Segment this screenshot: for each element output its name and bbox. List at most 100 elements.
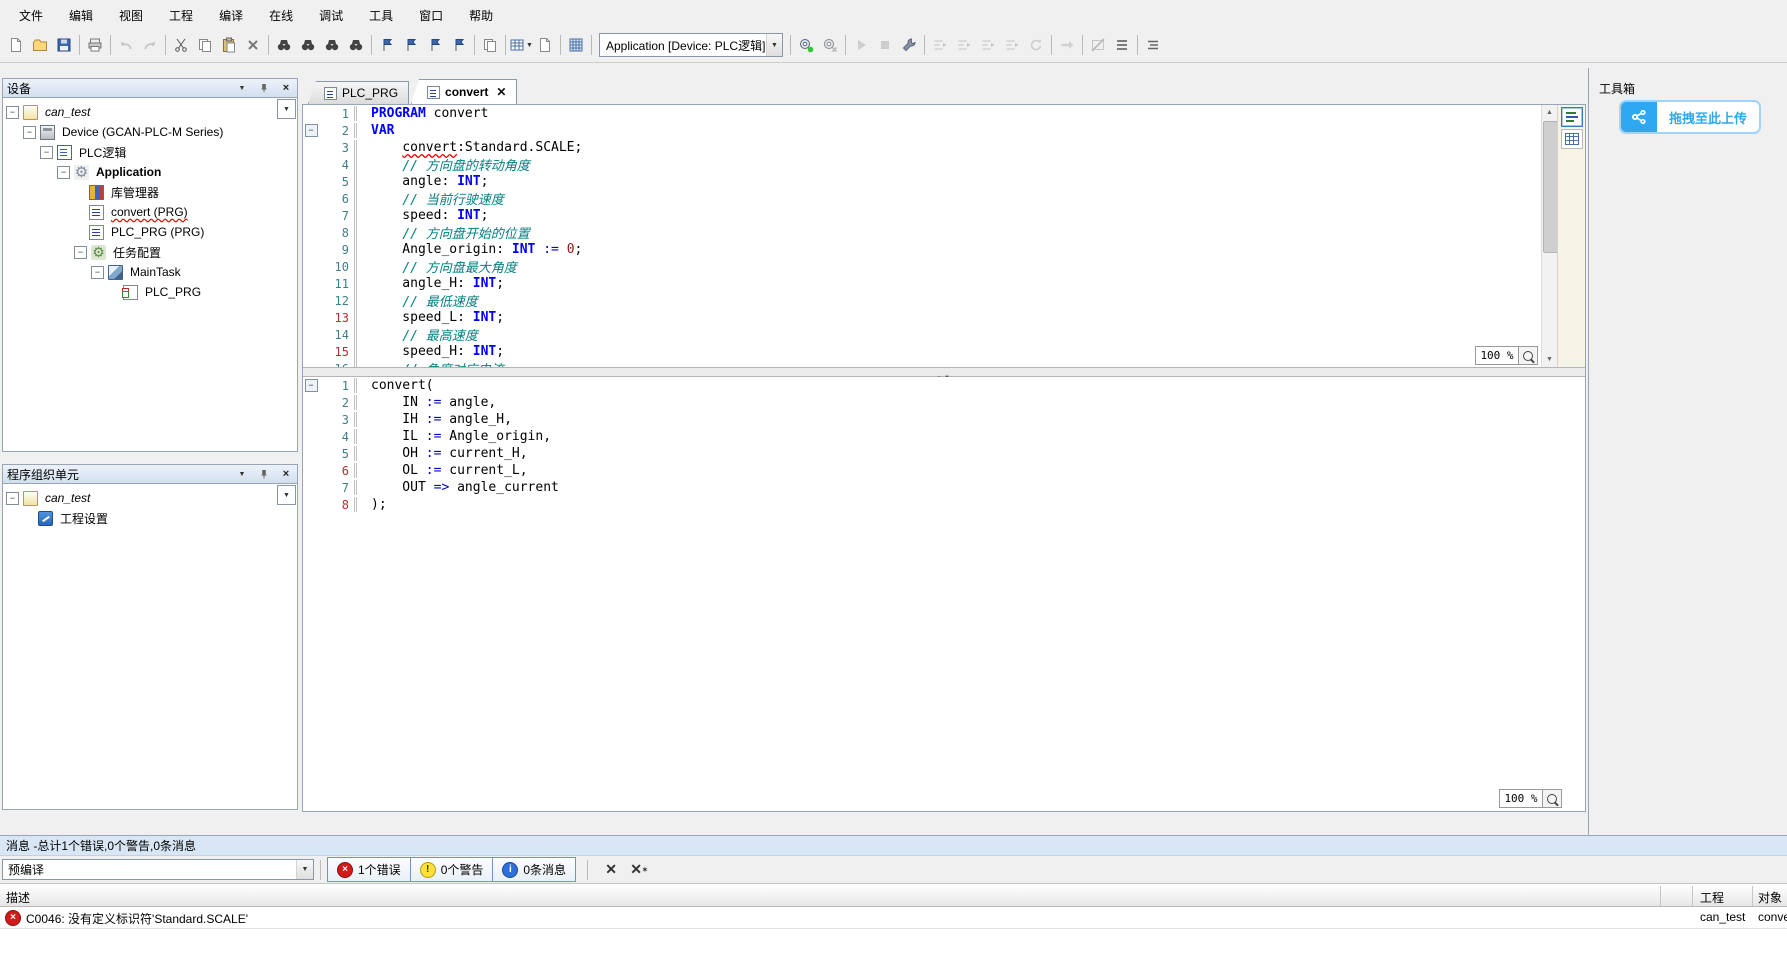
breakpoints-button[interactable]: [1110, 33, 1134, 57]
code-line-1[interactable]: 1PROGRAM convert: [303, 105, 1541, 122]
display-mode-button[interactable]: [1141, 33, 1165, 57]
code-line-15[interactable]: 15 speed_H: INT;: [303, 343, 1541, 360]
next-bookmark-button[interactable]: [423, 33, 447, 57]
chevron-down-icon[interactable]: ▼: [766, 34, 782, 56]
code-line-5[interactable]: 5 OH := current_H,: [303, 445, 1585, 462]
step-into-button[interactable]: [952, 33, 976, 57]
pou-panel-menu-icon[interactable]: ▼: [235, 467, 249, 481]
scroll-down-icon[interactable]: ▼: [1542, 352, 1557, 367]
devices-filter-dropdown[interactable]: ▼: [277, 99, 296, 119]
message-category-dropdown[interactable]: 预编译 ▼: [2, 859, 314, 880]
code-line-11[interactable]: 11 angle_H: INT;: [303, 275, 1541, 292]
start-button[interactable]: [849, 33, 873, 57]
tree-item--[interactable]: 库管理器: [3, 182, 297, 202]
tree-item-device-gcan-plc-m-series-[interactable]: −Device (GCAN-PLC-M Series): [3, 122, 297, 142]
declaration-zoom-level[interactable]: 100 %: [1475, 346, 1519, 365]
clear-message-icon[interactable]: ✕: [600, 859, 622, 881]
pou-panel-pin-icon[interactable]: [257, 467, 271, 481]
implementation-zoom-icon[interactable]: [1542, 789, 1562, 808]
tree-item-convert-prg-[interactable]: convert (PRG): [3, 202, 297, 222]
pou-filter-dropdown[interactable]: ▼: [277, 485, 296, 505]
editor-splitter[interactable]: ▲▼: [303, 367, 1585, 377]
code-line-8[interactable]: 8);: [303, 496, 1585, 513]
code-line-4[interactable]: 4 // 方向盘的转动角度: [303, 156, 1541, 173]
menu-item-2[interactable]: 视图: [106, 3, 156, 28]
collapse-icon[interactable]: −: [23, 126, 36, 139]
column-project[interactable]: 工程: [1700, 889, 1724, 906]
tree-item-can_test[interactable]: −can_test: [3, 488, 297, 508]
code-line-4[interactable]: 4 IL := Angle_origin,: [303, 428, 1585, 445]
code-line-16[interactable]: 16 // 角度对应电流: [303, 360, 1541, 367]
menu-item-4[interactable]: 编译: [206, 3, 256, 28]
errors-toggle-button[interactable]: × 1个错误: [327, 857, 411, 882]
tab-close-icon[interactable]: ✕: [496, 85, 506, 99]
previous-bookmark-button[interactable]: [399, 33, 423, 57]
code-line-7[interactable]: 7 OUT => angle_current: [303, 479, 1585, 496]
declaration-scrollbar[interactable]: ▲ ▼: [1541, 105, 1557, 367]
menu-item-0[interactable]: 文件: [6, 3, 56, 28]
collapse-icon[interactable]: −: [40, 146, 53, 159]
collapse-icon[interactable]: −: [6, 106, 19, 119]
print-button[interactable]: [83, 33, 107, 57]
delete-button[interactable]: [241, 33, 265, 57]
code-line-13[interactable]: 13 speed_L: INT;: [303, 309, 1541, 326]
scrollbar-thumb[interactable]: [1543, 121, 1558, 253]
devices-panel-pin-icon[interactable]: [257, 81, 271, 95]
replace-in-project-button[interactable]: [344, 33, 368, 57]
drag-upload-widget[interactable]: 拖拽至此上传: [1619, 100, 1761, 134]
stop-button[interactable]: [873, 33, 897, 57]
find-in-project-button[interactable]: [320, 33, 344, 57]
tree-item-can_test[interactable]: −can_test: [3, 102, 297, 122]
logout-button[interactable]: [818, 33, 842, 57]
code-line-6[interactable]: 6 OL := current_L,: [303, 462, 1585, 479]
show-next-statement-button[interactable]: [1055, 33, 1079, 57]
open-project-button[interactable]: [28, 33, 52, 57]
active-application-dropdown[interactable]: Application [Device: PLC逻辑]▼: [599, 33, 783, 57]
reset-button[interactable]: [1024, 33, 1048, 57]
code-line-2[interactable]: −2VAR: [303, 122, 1541, 139]
tab-plc-prg[interactable]: PLC_PRG: [308, 81, 409, 104]
code-line-1[interactable]: −1convert(: [303, 377, 1585, 394]
error-message-row[interactable]: × C0046: 没有定义标识符'Standard.SCALE' can_tes…: [0, 907, 1787, 929]
step-out-button[interactable]: [976, 33, 1000, 57]
new-file-button[interactable]: [4, 33, 28, 57]
text-view-button[interactable]: [1561, 107, 1583, 127]
devices-panel-menu-icon[interactable]: ▼: [235, 81, 249, 95]
tree-item-plc_prg-prg-[interactable]: PLC_PRG (PRG): [3, 222, 297, 242]
fold-collapse-icon[interactable]: −: [305, 124, 318, 137]
code-line-10[interactable]: 10 // 方向盘最大角度: [303, 258, 1541, 275]
copy-all-button[interactable]: [478, 33, 502, 57]
collapse-icon[interactable]: −: [6, 492, 19, 505]
chevron-down-icon[interactable]: ▼: [296, 860, 313, 879]
menu-item-5[interactable]: 在线: [256, 3, 306, 28]
flow-control-button[interactable]: [1086, 33, 1110, 57]
implementation-editor[interactable]: −1convert(2 IN := angle,3 IH := angle_H,…: [303, 377, 1585, 811]
declaration-editor[interactable]: 1PROGRAM convert−2VAR3 convert:Standard.…: [303, 105, 1541, 367]
pou-panel-close-icon[interactable]: ×: [279, 467, 293, 481]
insert-table-dropdown-button[interactable]: ▼: [509, 33, 533, 57]
tree-item-application[interactable]: −⚙Application: [3, 162, 297, 182]
menu-item-8[interactable]: 窗口: [406, 3, 456, 28]
code-line-3[interactable]: 3 IH := angle_H,: [303, 411, 1585, 428]
menu-item-7[interactable]: 工具: [356, 3, 406, 28]
save-button[interactable]: [52, 33, 76, 57]
menu-item-3[interactable]: 工程: [156, 3, 206, 28]
collapse-icon[interactable]: −: [74, 246, 87, 259]
copy-button[interactable]: [193, 33, 217, 57]
fold-collapse-icon[interactable]: −: [305, 379, 318, 392]
warnings-toggle-button[interactable]: ! 0个警告: [410, 857, 494, 882]
paste-button[interactable]: [217, 33, 241, 57]
code-line-12[interactable]: 12 // 最低速度: [303, 292, 1541, 309]
code-line-7[interactable]: 7 speed: INT;: [303, 207, 1541, 224]
collapse-icon[interactable]: −: [57, 166, 70, 179]
redo-button[interactable]: [138, 33, 162, 57]
tools-button[interactable]: [897, 33, 921, 57]
step-over-button[interactable]: [928, 33, 952, 57]
login-button[interactable]: [794, 33, 818, 57]
menu-item-9[interactable]: 帮助: [456, 3, 506, 28]
code-line-5[interactable]: 5 angle: INT;: [303, 173, 1541, 190]
tree-item-plc_prg[interactable]: PLC_PRG: [3, 282, 297, 302]
tree-item--[interactable]: 工程设置: [3, 508, 297, 528]
undo-button[interactable]: [114, 33, 138, 57]
column-object[interactable]: 对象: [1758, 889, 1782, 906]
